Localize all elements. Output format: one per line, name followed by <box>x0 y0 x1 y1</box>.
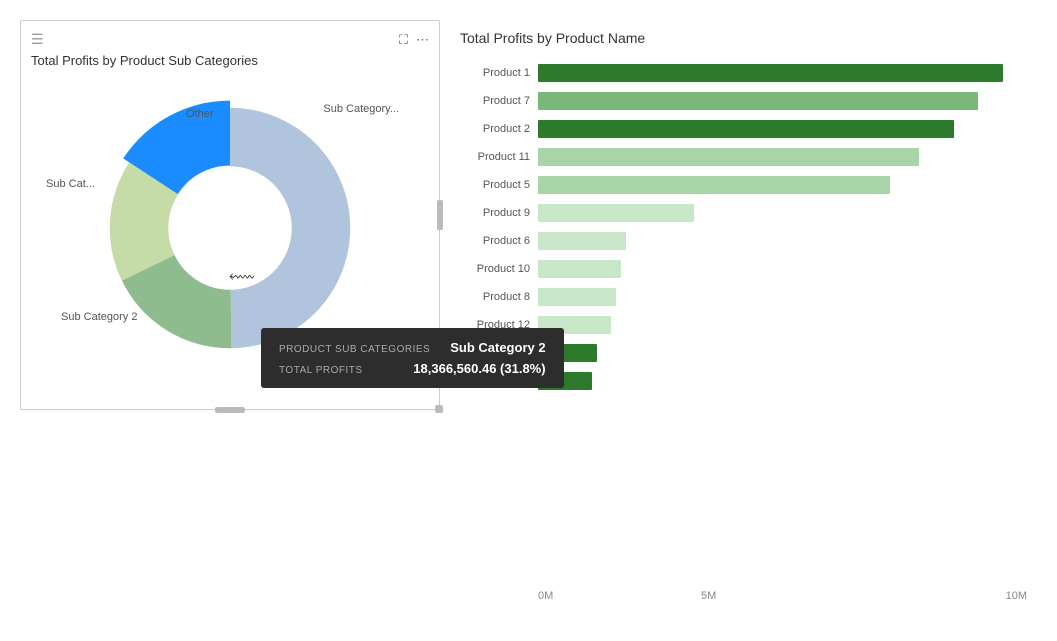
panel-header: ☰ ⛶ ⋯ <box>31 31 429 48</box>
x-axis: 0M5M10M <box>538 590 1027 602</box>
bar-track <box>538 176 1027 194</box>
tooltip-value-1: Sub Category 2 <box>450 340 545 355</box>
bar-row: Product 6 <box>460 230 1027 252</box>
bar-row: Product 7 <box>460 90 1027 112</box>
bar-label: Product 11 <box>460 151 530 163</box>
donut-chart-area: Other Sub Category... Sub Cat... Sub Cat… <box>31 78 429 378</box>
bar-track <box>538 316 1027 334</box>
x-tick: 0M <box>538 590 701 602</box>
bar-track <box>538 148 1027 166</box>
bar-row: Product 10 <box>460 258 1027 280</box>
tooltip-row-1: PRODUCT SUB CATEGORIES Sub Category 2 <box>279 340 546 355</box>
bar-label: Product 5 <box>460 179 530 191</box>
bar-fill <box>538 260 621 278</box>
bar-label: Product 10 <box>460 263 530 275</box>
bar-row: Product 9 <box>460 202 1027 224</box>
bar-track <box>538 344 1027 362</box>
bar-track <box>538 204 1027 222</box>
tooltip-label-1: PRODUCT SUB CATEGORIES <box>279 344 430 355</box>
main-container: ☰ ⛶ ⋯ Total Profits by Product Sub Categ… <box>0 0 1057 641</box>
bar-track <box>538 372 1027 390</box>
label-subcat-left: Sub Cat... <box>46 178 95 190</box>
tooltip-row-2: TOTAL PROFITS 18,366,560.46 (31.8%) <box>279 361 546 376</box>
bar-row: Product 8 <box>460 286 1027 308</box>
bar-track <box>538 92 1027 110</box>
x-tick: 5M <box>701 590 864 602</box>
drag-handle[interactable]: ☰ <box>31 31 44 48</box>
x-tick: 10M <box>864 590 1027 602</box>
bar-chart-panel: Total Profits by Product Name Product 1P… <box>460 20 1037 621</box>
bar-fill <box>538 288 616 306</box>
bar-row: Product 1 <box>460 62 1027 84</box>
donut-chart-panel: ☰ ⛶ ⋯ Total Profits by Product Sub Categ… <box>20 20 440 410</box>
label-subcat2: Sub Category 2 <box>61 311 137 323</box>
tooltip: PRODUCT SUB CATEGORIES Sub Category 2 TO… <box>261 328 564 388</box>
bar-label: Product 8 <box>460 291 530 303</box>
label-subcat-top: Sub Category... <box>323 103 399 115</box>
bar-fill <box>538 148 919 166</box>
bar-label: Product 1 <box>460 67 530 79</box>
tooltip-label-2: TOTAL PROFITS <box>279 365 363 376</box>
resize-handle-corner[interactable] <box>435 405 443 413</box>
bar-label: Product 7 <box>460 95 530 107</box>
panel-icons: ⛶ ⋯ <box>399 32 429 48</box>
bar-label: Product 6 <box>460 235 530 247</box>
bar-label: Product 9 <box>460 207 530 219</box>
bar-fill <box>538 92 978 110</box>
bar-track <box>538 120 1027 138</box>
label-other: Other <box>186 108 214 120</box>
bar-fill <box>538 204 694 222</box>
bar-chart-title: Total Profits by Product Name <box>460 30 1027 46</box>
bar-row: Product 2 <box>460 118 1027 140</box>
bar-fill <box>538 176 890 194</box>
bar-track <box>538 260 1027 278</box>
expand-icon[interactable]: ⛶ <box>399 32 408 48</box>
bar-track <box>538 232 1027 250</box>
resize-handle-right[interactable] <box>437 200 443 230</box>
bar-fill <box>538 64 1003 82</box>
donut-chart-title: Total Profits by Product Sub Categories <box>31 53 429 68</box>
tooltip-value-2: 18,366,560.46 (31.8%) <box>413 361 545 376</box>
donut-svg <box>100 98 360 358</box>
bar-row: Product 11 <box>460 146 1027 168</box>
more-icon[interactable]: ⋯ <box>416 32 429 48</box>
bar-chart: Product 1 Product 7 Product 2 Product 11 Pro… <box>460 62 1027 582</box>
bar-row: Product 5 <box>460 174 1027 196</box>
bar-fill <box>538 120 954 138</box>
bar-fill <box>538 232 626 250</box>
bar-track <box>538 64 1027 82</box>
bar-label: Product 2 <box>460 123 530 135</box>
bar-track <box>538 288 1027 306</box>
resize-handle-bottom[interactable] <box>215 407 245 413</box>
